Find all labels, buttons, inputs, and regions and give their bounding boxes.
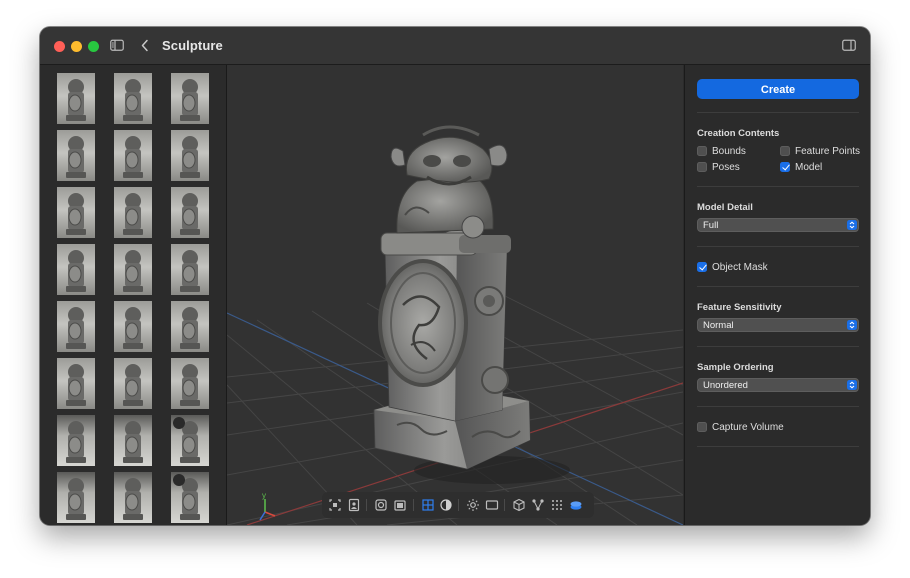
section-divider <box>697 246 859 247</box>
photo-thumbnail[interactable] <box>57 244 95 295</box>
photo-thumbnail[interactable] <box>57 415 95 466</box>
sidebar-right-icon[interactable] <box>842 37 856 55</box>
photo-thumbnail[interactable] <box>57 358 95 409</box>
photo-thumbnail[interactable] <box>114 130 152 181</box>
photo-thumbnail[interactable] <box>171 358 209 409</box>
object-mask-checkbox-row[interactable]: Object Mask <box>697 260 768 274</box>
poses-checkbox-row[interactable]: Poses <box>697 160 740 174</box>
bounds-checkbox[interactable] <box>697 146 707 156</box>
section-divider <box>697 346 859 347</box>
section-divider <box>697 112 859 113</box>
photo-thumbnail[interactable] <box>57 187 95 238</box>
minimize-window-button[interactable] <box>71 41 82 52</box>
chevron-up-down-icon <box>847 380 857 390</box>
sample-ordering-select[interactable]: Unordered <box>697 378 859 392</box>
zoom-window-button[interactable] <box>88 41 99 52</box>
photo-thumbnail[interactable] <box>171 244 209 295</box>
object-mask-label: Object Mask <box>712 261 768 273</box>
close-window-button[interactable] <box>54 41 65 52</box>
graph-nodes-icon[interactable] <box>530 497 546 513</box>
toolbar-separator <box>458 499 459 511</box>
photo-thumbnail[interactable] <box>171 130 209 181</box>
chevron-up-down-icon <box>847 220 857 230</box>
image-frame-icon[interactable] <box>346 497 362 513</box>
feature-points-checkbox-row[interactable]: Feature Points <box>780 144 860 158</box>
capture-volume-checkbox[interactable] <box>697 422 707 432</box>
inspector-panel: Create Creation Contents Bounds Feature … <box>684 65 870 525</box>
toolbar-separator <box>413 499 414 511</box>
photo-thumbnail[interactable] <box>57 130 95 181</box>
poses-checkbox[interactable] <box>697 162 707 172</box>
cube-icon[interactable] <box>511 497 527 513</box>
photo-thumbnail[interactable] <box>171 73 209 124</box>
create-button[interactable]: Create <box>697 79 859 99</box>
dots-grid-icon[interactable] <box>549 497 565 513</box>
photo-thumbnail[interactable] <box>57 472 95 523</box>
photo-thumbnail[interactable] <box>114 472 152 523</box>
chevron-left-icon[interactable] <box>140 37 150 55</box>
sample-ordering-value: Unordered <box>703 380 748 391</box>
grid-icon[interactable] <box>420 497 436 513</box>
photo-thumbnail[interactable] <box>57 301 95 352</box>
capture-volume-checkbox-row[interactable]: Capture Volume <box>697 420 784 434</box>
section-divider <box>697 186 859 187</box>
photo-stack-icon[interactable] <box>392 497 408 513</box>
capture-volume-label: Capture Volume <box>712 421 784 433</box>
model-detail-value: Full <box>703 220 719 231</box>
sample-ordering-title: Sample Ordering <box>697 362 774 373</box>
sidebar-left-icon[interactable] <box>110 37 124 55</box>
feature-sensitivity-title: Feature Sensitivity <box>697 302 782 313</box>
viewport-toolbar <box>322 492 594 518</box>
photo-thumbnail[interactable] <box>114 244 152 295</box>
photo-thumbnail[interactable] <box>114 415 152 466</box>
photo-thumbnail[interactable] <box>57 73 95 124</box>
window-title: Sculpture <box>162 38 223 53</box>
photo-thumbnail[interactable] <box>114 73 152 124</box>
photo-thumbnail[interactable] <box>171 415 209 466</box>
app-window: Sculpture y Create Creation Contents Bou… <box>40 27 870 525</box>
photo-thumbnail[interactable] <box>114 358 152 409</box>
layers-icon[interactable] <box>568 497 584 513</box>
frame-selection-icon[interactable] <box>327 497 343 513</box>
feature-points-checkbox[interactable] <box>780 146 790 156</box>
photo-thumbnail[interactable] <box>171 472 209 523</box>
model-checkbox-row[interactable]: Model <box>780 160 822 174</box>
bounds-checkbox-row[interactable]: Bounds <box>697 144 746 158</box>
model-viewport[interactable]: y <box>227 65 683 525</box>
feature-sensitivity-select[interactable]: Normal <box>697 318 859 332</box>
toolbar-separator <box>504 499 505 511</box>
creation-contents-title: Creation Contents <box>697 128 780 139</box>
poses-label: Poses <box>712 161 740 173</box>
section-divider <box>697 446 859 447</box>
object-mask-checkbox[interactable] <box>697 262 707 272</box>
rectangle-icon[interactable] <box>484 497 500 513</box>
feature-sensitivity-value: Normal <box>703 320 734 331</box>
sun-icon[interactable] <box>465 497 481 513</box>
section-divider <box>697 406 859 407</box>
model-checkbox[interactable] <box>780 162 790 172</box>
image-gallery <box>40 65 227 525</box>
model-label: Model <box>795 161 823 173</box>
section-divider <box>697 286 859 287</box>
model-detail-select[interactable]: Full <box>697 218 859 232</box>
sculpture-model <box>373 125 570 484</box>
chevron-up-down-icon <box>847 320 857 330</box>
toolbar-separator <box>366 499 367 511</box>
photo-thumbnail[interactable] <box>171 187 209 238</box>
axis-label-y: y <box>262 491 266 500</box>
feature-points-label: Feature Points <box>795 145 861 157</box>
photo-thumbnail[interactable] <box>114 301 152 352</box>
model-detail-title: Model Detail <box>697 202 753 213</box>
bounds-label: Bounds <box>712 145 746 157</box>
target-icon[interactable] <box>373 497 389 513</box>
photo-thumbnail[interactable] <box>171 301 209 352</box>
photo-thumbnail[interactable] <box>114 187 152 238</box>
title-bar: Sculpture <box>40 27 870 65</box>
viewport-scene: y <box>227 125 683 525</box>
contrast-icon[interactable] <box>438 497 454 513</box>
